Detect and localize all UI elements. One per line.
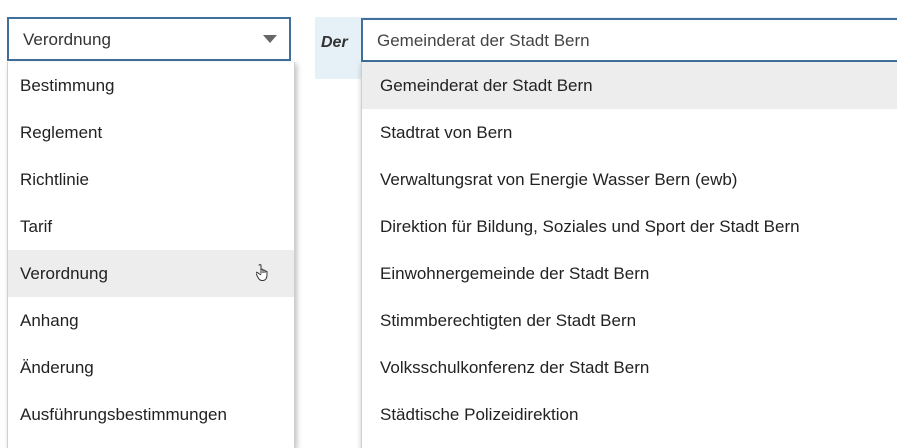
document-type-option[interactable]: Tarif xyxy=(8,203,294,250)
option-label: Ausführungsbestimmungen xyxy=(20,405,227,424)
option-label: Direktion für Bildung, Soziales und Spor… xyxy=(380,217,800,236)
author-combobox[interactable]: Gemeinderat der Stadt Bern xyxy=(361,18,897,62)
author-dropdown: Gemeinderat der Stadt Bern Stadtrat von … xyxy=(361,62,897,448)
document-type-option[interactable]: Ausführungsbestimmungen xyxy=(8,391,294,438)
document-type-dropdown: Bestimmung Reglement Richtlinie Tarif Ve… xyxy=(7,62,295,448)
author-option[interactable]: Verwaltungsrat von Energie Wasser Bern (… xyxy=(362,156,897,203)
option-label: Richtlinie xyxy=(20,170,89,189)
document-type-option[interactable]: Anhang xyxy=(8,297,294,344)
option-label: Tarif xyxy=(20,217,53,236)
hand-pointer-icon xyxy=(256,264,268,281)
document-type-option[interactable]: Reglement xyxy=(8,109,294,156)
author-option[interactable]: Städtische Polizeidirektion xyxy=(362,391,897,438)
document-type-option[interactable]: Bestimmung xyxy=(8,62,294,109)
author-option[interactable]: Stimmberechtigten der Stadt Bern xyxy=(362,297,897,344)
option-label: Gemeinderat der Stadt Bern xyxy=(380,76,593,95)
option-label: Verwaltungsrat von Energie Wasser Bern (… xyxy=(380,170,738,189)
author-option-highlighted[interactable]: Gemeinderat der Stadt Bern xyxy=(362,62,897,109)
option-label: Reglement xyxy=(20,123,103,142)
document-type-option[interactable]: Richtlinie xyxy=(8,156,294,203)
option-label: Verordnung xyxy=(20,264,108,283)
author-option[interactable]: Einwohnergemeinde der Stadt Bern xyxy=(362,250,897,297)
author-option[interactable]: Volksschulkonferenz der Stadt Bern xyxy=(362,344,897,391)
author-combobox-value: Gemeinderat der Stadt Bern xyxy=(377,31,590,50)
document-type-option-hovered[interactable]: Verordnung xyxy=(8,250,294,297)
der-label: Der xyxy=(321,34,348,51)
option-label: Änderung xyxy=(20,358,94,377)
author-option[interactable]: Direktion für Bildung, Soziales und Spor… xyxy=(362,203,897,250)
option-label: Volksschulkonferenz der Stadt Bern xyxy=(380,358,650,377)
option-label: Anhang xyxy=(20,311,79,330)
option-label: Stimmberechtigten der Stadt Bern xyxy=(380,311,637,330)
option-label: Städtische Polizeidirektion xyxy=(380,405,579,424)
option-label: Einwohnergemeinde der Stadt Bern xyxy=(380,264,650,283)
document-type-select-value: Verordnung xyxy=(23,30,111,49)
option-label: Bestimmung xyxy=(20,76,115,95)
document-type-select[interactable]: Verordnung xyxy=(7,17,291,61)
document-type-option[interactable]: Änderung xyxy=(8,344,294,391)
option-label: Stadtrat von Bern xyxy=(380,123,513,142)
author-option[interactable]: Stadtrat von Bern xyxy=(362,109,897,156)
chevron-down-icon[interactable] xyxy=(263,35,277,43)
